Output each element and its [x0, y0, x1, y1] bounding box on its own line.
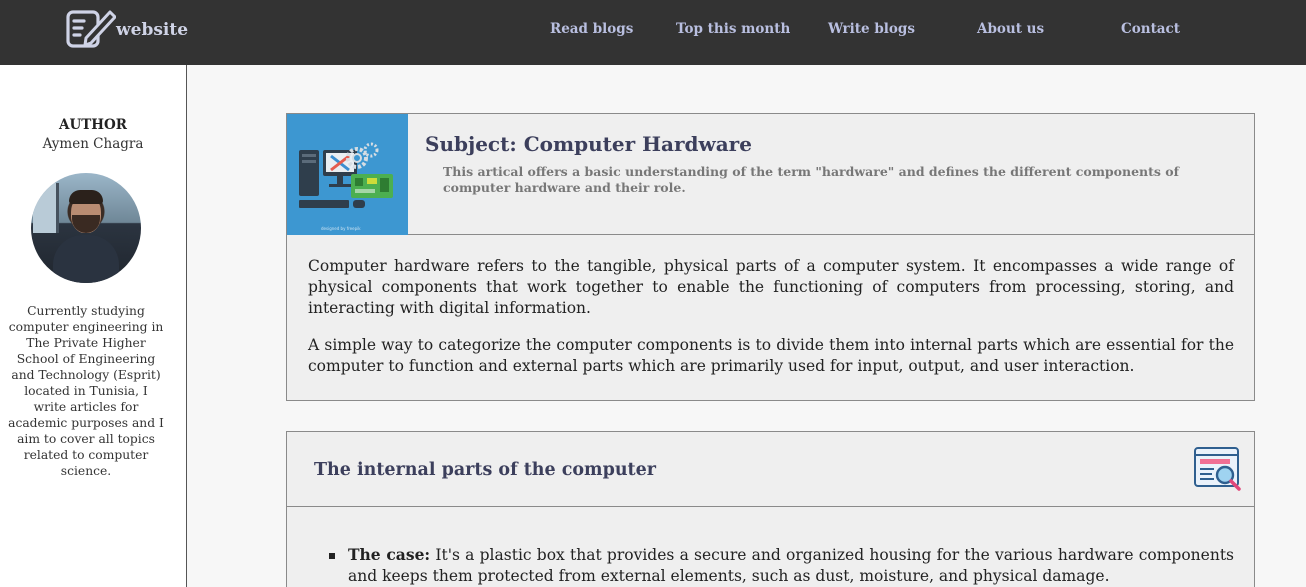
author-sidebar: AUTHOR Aymen Chagra Currently studying c…: [0, 65, 187, 587]
list-item: The case: It's a plastic box that provid…: [329, 544, 1234, 587]
nav-about-us[interactable]: About us: [977, 21, 1044, 37]
search-document-icon: [1194, 447, 1241, 491]
author-name: Aymen Chagra: [42, 136, 144, 152]
section-title: The internal parts of the computer: [314, 460, 656, 480]
nav-contact[interactable]: Contact: [1121, 21, 1180, 37]
article-body: Computer hardware refers to the tangible…: [308, 256, 1234, 393]
internal-parts-list: The case: It's a plastic box that provid…: [329, 544, 1234, 587]
article-header: designed by freepik Subject: Computer Ha…: [287, 114, 1254, 235]
article-intro-card: designed by freepik Subject: Computer Ha…: [286, 113, 1255, 401]
nav-top-this-month[interactable]: Top this month: [676, 21, 790, 37]
article-paragraph: A simple way to categorize the computer …: [308, 336, 1234, 375]
computer-hardware-illustration: designed by freepik: [287, 114, 408, 235]
pencil-note-icon: [66, 10, 116, 48]
article-subject: Subject: Computer Hardware: [425, 132, 752, 156]
logo-text: website: [116, 20, 189, 40]
author-heading: AUTHOR: [58, 117, 128, 133]
author-avatar: [31, 173, 141, 283]
author-bio: Currently studying computer engineering …: [8, 304, 164, 478]
list-item-text: It's a plastic box that provides a secur…: [348, 546, 1234, 585]
nav-read-blogs[interactable]: Read blogs: [550, 21, 633, 37]
top-navbar: website Read blogs Top this month Write …: [0, 0, 1306, 65]
thumbnail-caption: designed by freepik: [321, 226, 361, 231]
article-paragraph: Computer hardware refers to the tangible…: [308, 257, 1234, 317]
article-description: This artical offers a basic understandin…: [443, 164, 1180, 195]
internal-parts-header: The internal parts of the computer: [287, 432, 1254, 507]
internal-parts-card: The internal parts of the computer The c…: [286, 431, 1255, 587]
nav-write-blogs[interactable]: Write blogs: [828, 21, 915, 37]
list-item-term: The case:: [348, 545, 431, 564]
site-logo[interactable]: website: [66, 8, 188, 52]
hardware-thumbnail: designed by freepik: [287, 114, 408, 235]
